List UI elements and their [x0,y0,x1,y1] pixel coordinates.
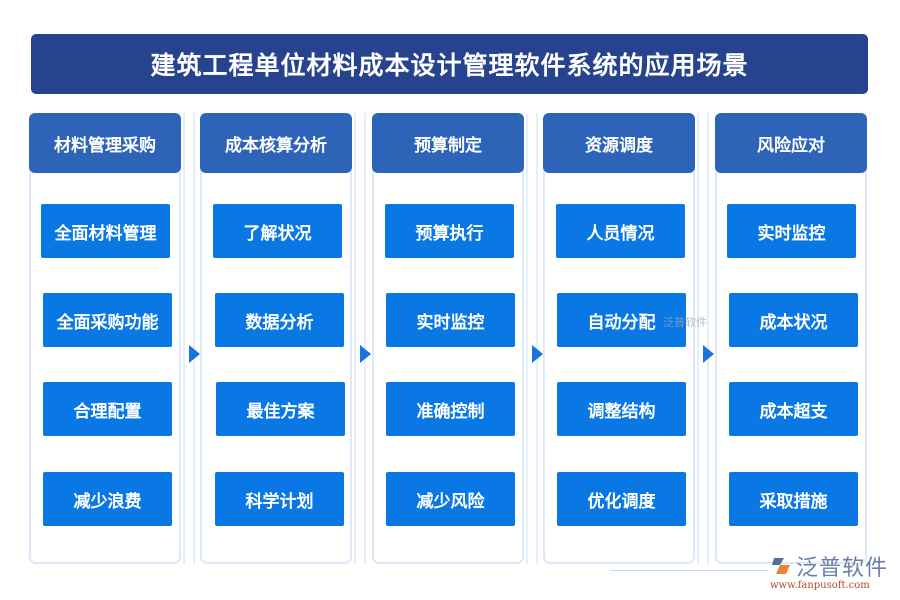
fanpu-logo-icon [770,556,792,576]
column-item: 了解状况 [213,204,342,258]
column-item: 优化调度 [557,472,686,526]
column-item: 全面采购功能 [43,293,172,347]
column-item: 预算执行 [385,204,514,258]
column-item: 成本状况 [729,293,858,347]
column-item: 全面材料管理 [41,204,170,258]
column-item: 最佳方案 [216,382,345,436]
column-item: 成本超支 [729,382,858,436]
column-risk-response: 风险应对 实时监控 成本状况 成本超支 采取措施 [715,113,867,564]
column-material-procurement: 材料管理采购 全面材料管理 全面采购功能 合理配置 减少浪费 [29,113,181,564]
connector-guide [354,113,366,564]
column-budget: 预算制定 预算执行 实时监控 准确控制 减少风险 [372,113,524,564]
column-item: 调整结构 [557,382,686,436]
column-item: 实时监控 [727,204,856,258]
column-item: 科学计划 [215,472,344,526]
column-item: 实时监控 [386,293,515,347]
column-header: 风险应对 [715,113,867,173]
connector-guide [697,113,709,564]
arrow-right-icon [360,345,371,363]
column-item: 数据分析 [215,293,344,347]
column-item: 采取措施 [729,472,858,526]
watermark: 泛普软件 [663,316,707,329]
brand-name: 泛普软件 [796,556,889,581]
connector-guide [526,113,538,564]
column-header: 预算制定 [372,113,524,173]
column-header: 资源调度 [543,113,695,173]
brand-logo-block: 泛普软件 www.fanpusoft.com [770,550,888,591]
arrow-right-icon [532,345,543,363]
brand-divider [610,570,768,571]
column-cost-analysis: 成本核算分析 了解状况 数据分析 最佳方案 科学计划 [200,113,352,564]
brand-url: www.fanpusoft.com [770,580,870,591]
arrow-right-icon [703,345,714,363]
column-item: 准确控制 [386,382,515,436]
arrow-right-icon [189,345,200,363]
connector-guide [183,113,195,564]
column-resource-scheduling: 资源调度 人员情况 自动分配 调整结构 优化调度 [543,113,695,564]
column-header: 成本核算分析 [200,113,352,173]
column-item: 减少浪费 [43,472,172,526]
column-item: 减少风险 [386,472,515,526]
column-header: 材料管理采购 [29,113,181,173]
column-item: 人员情况 [556,204,685,258]
column-item: 合理配置 [43,382,172,436]
diagram-title: 建筑工程单位材料成本设计管理软件系统的应用场景 [31,34,868,94]
